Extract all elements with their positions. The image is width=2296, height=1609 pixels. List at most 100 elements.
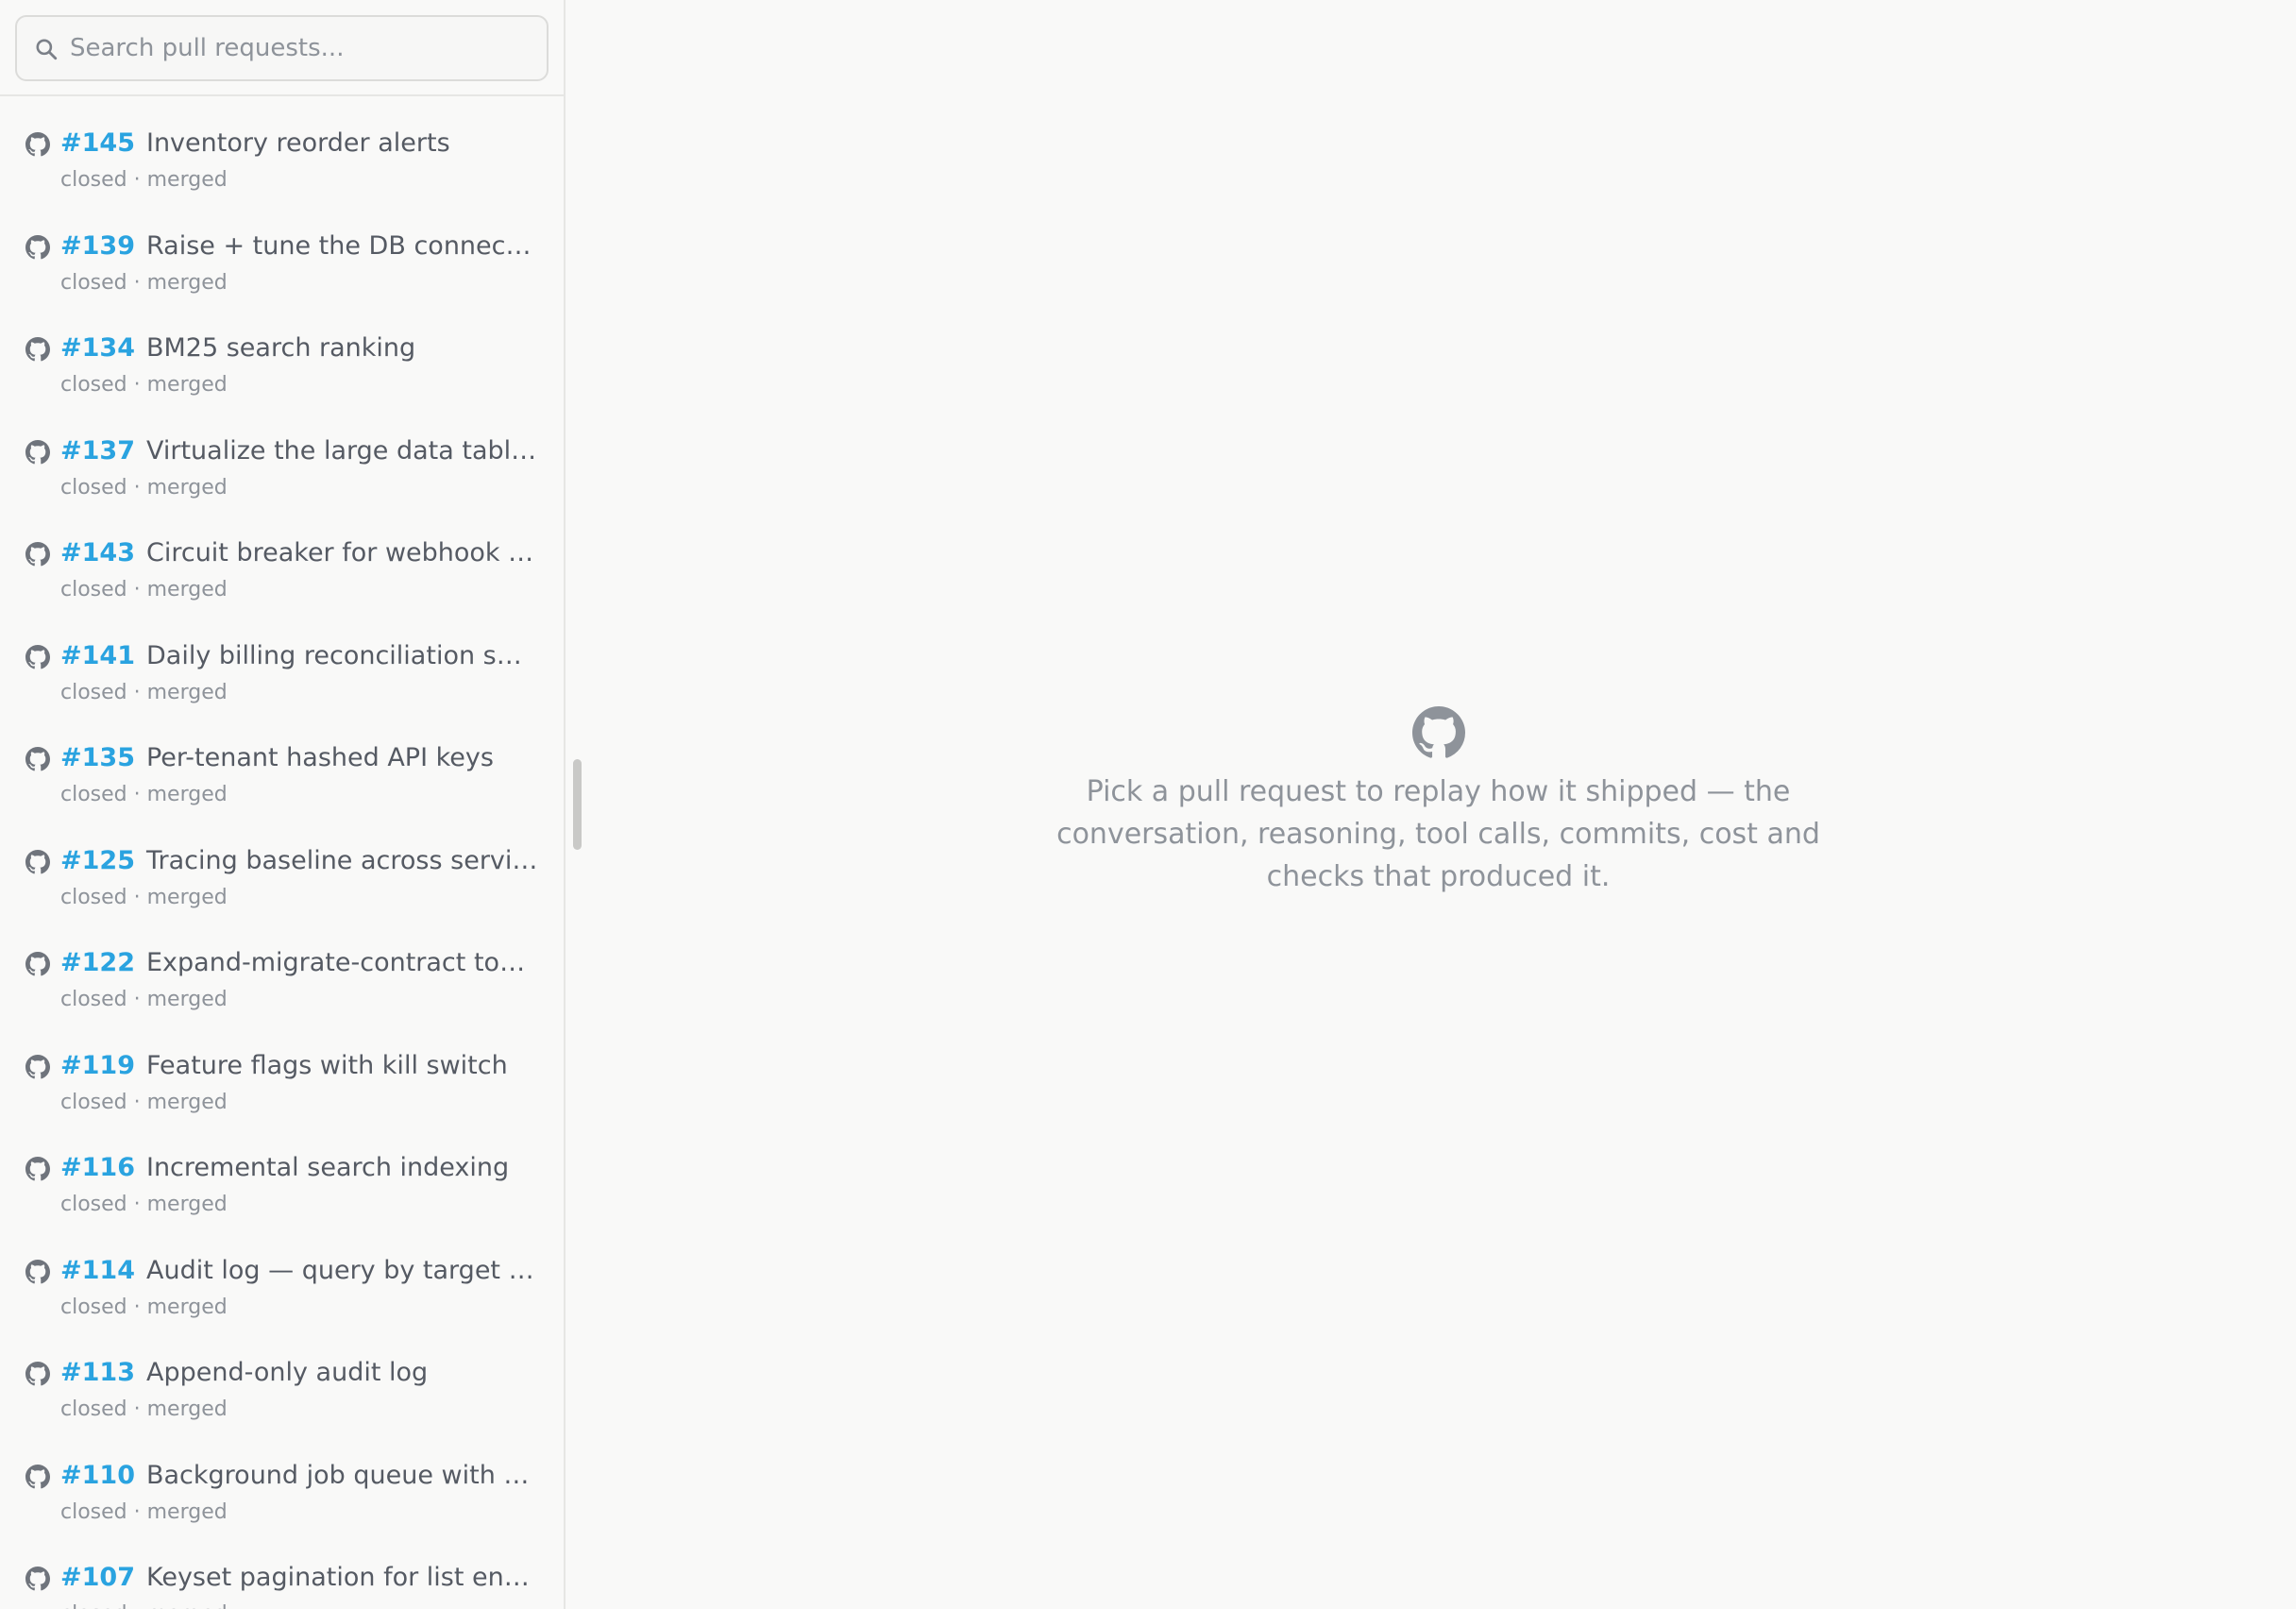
- pull-request-item[interactable]: #134 BM25 search ranking closed · merged: [0, 326, 564, 429]
- github-icon: [25, 1362, 50, 1386]
- pull-request-status: closed · merged: [60, 1397, 228, 1421]
- pull-request-item[interactable]: #114 Audit log — query by target r... clos…: [0, 1248, 564, 1351]
- pull-request-status: closed · merged: [60, 783, 228, 806]
- github-icon: [25, 644, 50, 669]
- pull-request-item[interactable]: #122 Expand-migrate-contract tooli... clos…: [0, 940, 564, 1043]
- pull-request-status: closed · merged: [60, 988, 228, 1011]
- pull-request-heading: #116 Incremental search indexing: [60, 1151, 539, 1185]
- pull-request-title: Tracing baseline across servic...: [145, 845, 539, 875]
- pull-request-title: Keyset pagination for list endp...: [145, 1563, 539, 1592]
- pull-request-item[interactable]: #145 Inventory reorder alerts closed · mer…: [0, 121, 564, 224]
- github-icon: [25, 952, 50, 976]
- pull-request-item[interactable]: #139 Raise + tune the DB connectio... clos…: [0, 224, 564, 327]
- pull-request-number: #122: [60, 948, 135, 977]
- pull-request-number: #143: [60, 538, 135, 567]
- github-icon: [25, 337, 50, 362]
- pull-request-title: Background job queue with vi...: [145, 1460, 539, 1490]
- pull-request-item[interactable]: #119 Feature flags with kill switch closed…: [0, 1043, 564, 1146]
- pull-request-item[interactable]: #110 Background job queue with vi... close…: [0, 1453, 564, 1556]
- pull-request-number: #137: [60, 435, 135, 466]
- pull-request-number: #107: [60, 1563, 135, 1592]
- pull-request-number: #125: [60, 845, 135, 875]
- pull-request-item[interactable]: #107 Keyset pagination for list endp... cl…: [0, 1555, 564, 1609]
- pull-request-status: closed · merged: [60, 1601, 228, 1609]
- pull-request-status: closed · merged: [60, 1499, 228, 1524]
- github-icon: [25, 1259, 50, 1283]
- pull-request-status: closed · merged: [60, 1193, 228, 1216]
- pull-request-heading: #134 BM25 search ranking: [60, 331, 539, 365]
- pull-request-status: closed · merged: [60, 475, 228, 500]
- pull-request-status: closed · merged: [60, 885, 228, 909]
- pull-request-item[interactable]: #143 Circuit breaker for webhook d... clos…: [0, 531, 564, 634]
- github-icon: [1411, 706, 1465, 758]
- pull-request-status: closed · merged: [60, 168, 228, 192]
- pull-request-heading: #141 Daily billing reconciliation sweep: [60, 639, 539, 673]
- pull-request-item[interactable]: #113 Append-only audit log closed · merged: [0, 1350, 564, 1453]
- pull-request-title: Raise + tune the DB connectio...: [145, 230, 539, 261]
- pull-request-title: Inventory reorder alerts: [145, 128, 450, 158]
- github-icon: [25, 439, 50, 464]
- pull-request-title: Daily billing reconciliation sweep: [145, 640, 539, 670]
- pull-request-item[interactable]: #137 Virtualize the large data tables clos…: [0, 429, 564, 532]
- pull-request-heading: #135 Per-tenant hashed API keys: [60, 741, 539, 775]
- pull-request-number: #135: [60, 743, 135, 772]
- pull-request-title: Incremental search indexing: [145, 1153, 510, 1182]
- pull-request-list: #145 Inventory reorder alerts closed · mer…: [0, 96, 564, 1609]
- pull-request-title: Virtualize the large data tables: [145, 435, 539, 466]
- github-icon: [25, 1567, 50, 1591]
- search-bar: [0, 0, 564, 96]
- pull-request-status: closed · merged: [60, 373, 228, 397]
- pull-request-status: closed · merged: [60, 270, 228, 295]
- pull-request-heading: #125 Tracing baseline across servic...: [60, 844, 539, 878]
- pull-request-title: BM25 search ranking: [145, 333, 416, 363]
- pull-request-number: #114: [60, 1255, 135, 1285]
- search-box[interactable]: [15, 15, 549, 81]
- search-input[interactable]: [70, 17, 535, 79]
- pull-request-status: closed · merged: [60, 578, 228, 601]
- pull-request-item[interactable]: #135 Per-tenant hashed API keys closed · m…: [0, 736, 564, 838]
- pull-request-heading: #119 Feature flags with kill switch: [60, 1049, 539, 1083]
- pull-request-number: #145: [60, 128, 135, 158]
- pull-request-item[interactable]: #141 Daily billing reconciliation sweep cl…: [0, 634, 564, 737]
- pull-request-heading: #114 Audit log — query by target r...: [60, 1254, 539, 1288]
- pull-request-number: #139: [60, 230, 135, 261]
- pull-request-heading: #107 Keyset pagination for list endp...: [60, 1561, 539, 1595]
- pull-request-heading: #139 Raise + tune the DB connectio...: [60, 229, 539, 263]
- github-icon: [25, 1054, 50, 1078]
- github-icon: [25, 849, 50, 873]
- pull-request-item[interactable]: #116 Incremental search indexing closed · …: [0, 1145, 564, 1248]
- pull-request-status: closed · merged: [60, 1295, 228, 1319]
- pull-request-number: #113: [60, 1358, 135, 1387]
- pull-request-heading: #122 Expand-migrate-contract tooli...: [60, 946, 539, 980]
- pull-request-title: Per-tenant hashed API keys: [145, 743, 494, 772]
- pull-request-title: Expand-migrate-contract tooli...: [145, 948, 539, 977]
- pull-request-heading: #110 Background job queue with vi...: [60, 1459, 539, 1493]
- github-icon: [25, 1464, 50, 1488]
- pull-request-heading: #145 Inventory reorder alerts: [60, 127, 539, 161]
- github-icon: [25, 132, 50, 157]
- github-icon: [25, 1157, 50, 1181]
- pull-request-title: Append-only audit log: [145, 1358, 429, 1387]
- github-icon: [25, 747, 50, 771]
- pull-request-number: #119: [60, 1050, 135, 1080]
- search-icon: [36, 39, 58, 60]
- pull-request-item[interactable]: #125 Tracing baseline across servic... clo…: [0, 838, 564, 941]
- pull-request-title: Circuit breaker for webhook d...: [145, 538, 539, 567]
- empty-state-message: Pick a pull request to replay how it shi…: [1056, 775, 1820, 893]
- github-icon: [25, 542, 50, 567]
- pull-request-sidebar: #145 Inventory reorder alerts closed · mer…: [0, 0, 566, 1609]
- pull-request-status: closed · merged: [60, 1090, 228, 1114]
- pull-request-heading: #113 Append-only audit log: [60, 1356, 539, 1390]
- pull-request-number: #141: [60, 640, 135, 670]
- pull-request-heading: #143 Circuit breaker for webhook d...: [60, 536, 539, 570]
- pull-request-status: closed · merged: [60, 680, 228, 704]
- pull-request-title: Feature flags with kill switch: [145, 1050, 508, 1080]
- detail-pane: Pick a pull request to replay how it shi…: [581, 0, 2296, 1609]
- pull-request-title: Audit log — query by target r...: [145, 1255, 539, 1285]
- pull-request-number: #134: [60, 333, 135, 363]
- pull-request-heading: #137 Virtualize the large data tables: [60, 434, 539, 468]
- pull-request-number: #110: [60, 1460, 135, 1490]
- github-icon: [25, 234, 50, 259]
- pull-request-number: #116: [60, 1153, 135, 1182]
- empty-state: Pick a pull request to replay how it shi…: [581, 706, 2296, 898]
